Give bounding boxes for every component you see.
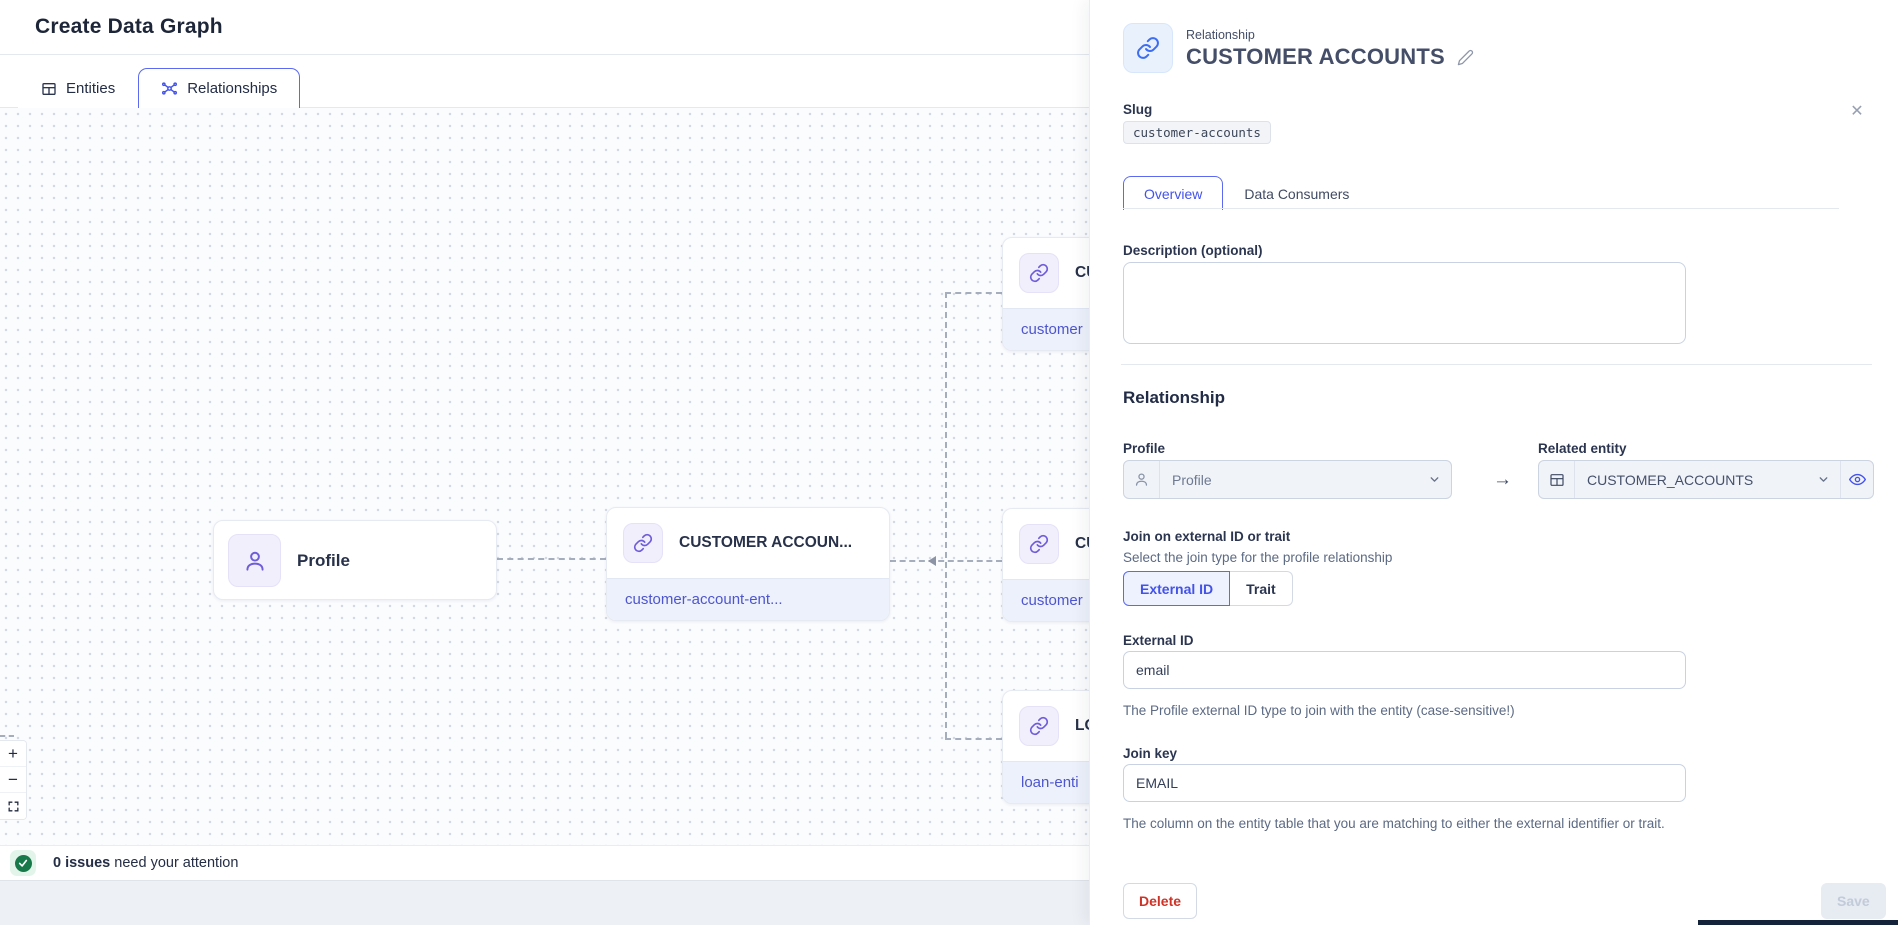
edge-arrowhead xyxy=(928,556,936,566)
description-label: Description (optional) xyxy=(1123,243,1263,258)
panel-section-divider xyxy=(1121,364,1872,365)
slug-value-chip: customer-accounts xyxy=(1123,121,1271,144)
external-id-help: The Profile external ID type to join wit… xyxy=(1123,702,1688,720)
node-profile-label: Profile xyxy=(297,551,350,571)
eye-icon xyxy=(1849,471,1866,488)
close-icon: ✕ xyxy=(1850,101,1863,121)
edge-vertical-trunk xyxy=(945,292,947,738)
related-entity-label: Related entity xyxy=(1538,441,1627,456)
relationship-section-title: Relationship xyxy=(1123,388,1225,408)
join-type-trait-button[interactable]: Trait xyxy=(1230,571,1293,606)
node-profile[interactable]: Profile xyxy=(213,520,497,600)
external-id-input[interactable] xyxy=(1123,651,1686,689)
profile-select-value: Profile xyxy=(1160,472,1418,488)
node-partial-top-slug-link[interactable]: customer xyxy=(1003,308,1089,350)
join-type-segmented-control: External ID Trait xyxy=(1123,571,1293,606)
edge-branch-top xyxy=(945,292,1002,294)
node-partial-loan[interactable]: LO loan-enti xyxy=(1002,690,1089,804)
join-key-help: The column on the entity table that you … xyxy=(1123,815,1683,833)
link-icon xyxy=(623,523,663,563)
plus-icon: + xyxy=(8,744,18,764)
chevron-down-icon xyxy=(1418,473,1451,486)
table-icon xyxy=(1539,461,1575,498)
check-icon xyxy=(15,855,32,872)
relationship-detail-panel: ✕ Relationship CUSTOMER ACCOUNTS Slug cu… xyxy=(1089,0,1898,925)
related-entity-select-value: CUSTOMER_ACCOUNTS xyxy=(1575,472,1807,488)
relationships-graph-icon xyxy=(161,80,178,97)
footer-strip xyxy=(0,880,1089,925)
tab-entities-label: Entities xyxy=(66,80,115,97)
join-type-subtext: Select the join type for the profile rel… xyxy=(1123,549,1392,567)
save-button[interactable]: Save xyxy=(1821,883,1886,919)
zoom-out-button[interactable]: − xyxy=(0,767,26,793)
relationship-link-icon xyxy=(1123,23,1173,73)
issues-status-bar: 0 issues need your attention xyxy=(0,845,1089,880)
slug-label: Slug xyxy=(1123,102,1152,117)
node-partial-top[interactable]: CU customer xyxy=(1002,237,1089,351)
join-type-label: Join on external ID or trait xyxy=(1123,529,1290,544)
minus-icon: − xyxy=(8,770,18,790)
fit-view-button[interactable] xyxy=(0,793,26,819)
fullscreen-icon xyxy=(7,800,20,813)
chevron-down-icon xyxy=(1807,473,1840,486)
node-customer-accounts-slug-link[interactable]: customer-account-ent... xyxy=(607,578,889,620)
tab-entities[interactable]: Entities xyxy=(18,68,138,108)
external-id-label: External ID xyxy=(1123,633,1194,648)
panel-type-label: Relationship xyxy=(1186,28,1255,42)
panel-tab-data-consumers[interactable]: Data Consumers xyxy=(1223,176,1370,210)
relationship-arrow: → xyxy=(1475,460,1530,499)
canvas-zoom-controls: + − xyxy=(0,740,27,820)
profile-select[interactable]: Profile xyxy=(1123,460,1452,499)
edge-offscreen-stub xyxy=(0,735,14,737)
node-customer-accounts[interactable]: CUSTOMER ACCOUN... customer-account-ent.… xyxy=(606,507,890,621)
link-icon xyxy=(1019,524,1059,564)
issues-count: 0 issues xyxy=(53,855,110,871)
preview-entity-button[interactable] xyxy=(1840,461,1873,498)
app-root: Create Data Graph Entities Relationships xyxy=(0,0,1898,925)
zoom-in-button[interactable]: + xyxy=(0,741,26,767)
node-partial-mid-slug-link[interactable]: customer xyxy=(1003,579,1089,621)
table-icon xyxy=(41,81,57,97)
link-icon xyxy=(1019,706,1059,746)
delete-button[interactable]: Delete xyxy=(1123,883,1197,919)
edge-branch-loan xyxy=(945,738,1002,740)
node-partial-mid[interactable]: CU customer xyxy=(1002,508,1089,622)
issues-ok-chip xyxy=(10,850,36,876)
issues-status-text: 0 issues need your attention xyxy=(53,855,238,871)
node-partial-top-label: CU xyxy=(1075,264,1089,282)
person-icon xyxy=(1124,461,1160,498)
node-partial-loan-label: LO xyxy=(1075,717,1089,735)
page-title: Create Data Graph xyxy=(35,15,223,39)
panel-tab-overview[interactable]: Overview xyxy=(1123,176,1223,210)
panel-title: CUSTOMER ACCOUNTS xyxy=(1186,44,1445,70)
pencil-icon xyxy=(1457,49,1474,66)
edge-branch-mid xyxy=(890,560,1002,562)
close-panel-button[interactable]: ✕ xyxy=(1846,100,1868,122)
node-customer-accounts-label: CUSTOMER ACCOUN... xyxy=(679,534,852,552)
edge-profile-customer xyxy=(497,558,606,560)
tab-relationships[interactable]: Relationships xyxy=(138,68,300,108)
graph-canvas[interactable]: Profile CUSTOMER ACCOUN... customer-acco… xyxy=(0,108,1089,845)
node-partial-mid-label: CU xyxy=(1075,535,1089,553)
link-icon xyxy=(1019,253,1059,293)
description-textarea[interactable] xyxy=(1123,262,1686,344)
related-entity-select[interactable]: CUSTOMER_ACCOUNTS xyxy=(1538,460,1874,499)
issues-message: need your attention xyxy=(110,855,238,871)
join-key-input[interactable] xyxy=(1123,764,1686,802)
join-type-external-id-button[interactable]: External ID xyxy=(1123,571,1230,606)
edit-title-button[interactable] xyxy=(1457,49,1474,66)
profile-field-label: Profile xyxy=(1123,441,1165,456)
panel-tab-bar: Overview Data Consumers xyxy=(1123,175,1370,209)
node-partial-loan-slug-link[interactable]: loan-enti xyxy=(1003,761,1089,803)
tab-relationships-label: Relationships xyxy=(187,80,277,97)
profile-person-icon xyxy=(228,534,281,587)
bottom-dark-bar xyxy=(1698,920,1898,925)
join-key-label: Join key xyxy=(1123,746,1177,761)
panel-tabs-divider xyxy=(1123,208,1839,209)
